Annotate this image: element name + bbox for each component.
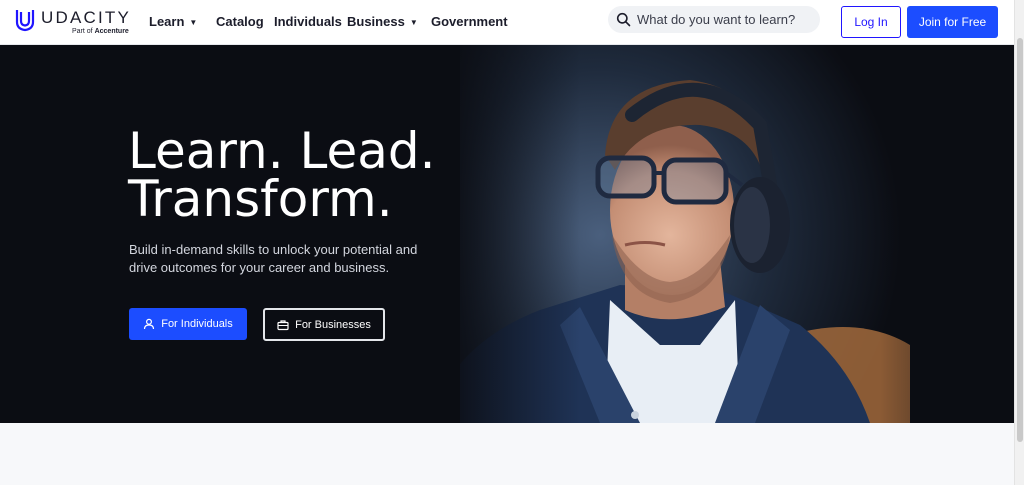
hero-photo-man-with-headphones (0, 45, 1014, 423)
for-businesses-button[interactable]: For Businesses (263, 308, 385, 341)
udacity-logo-icon (15, 10, 35, 32)
chevron-down-icon: ▼ (409, 18, 418, 27)
nav-business[interactable]: Business ▼ (347, 14, 418, 29)
briefcase-icon (277, 319, 289, 330)
scrollbar-thumb[interactable] (1017, 38, 1023, 442)
search-icon[interactable] (616, 12, 631, 27)
log-in-button[interactable]: Log In (841, 6, 901, 38)
page-scrollbar[interactable] (1014, 0, 1024, 485)
nav-government[interactable]: Government (431, 14, 508, 29)
nav-catalog[interactable]: Catalog (216, 14, 264, 29)
content-area (0, 423, 1014, 485)
top-navbar: UDACITY Part of Accenture Learn ▼ Catalog… (0, 0, 1014, 45)
nav-learn[interactable]: Learn ▼ (149, 14, 197, 29)
user-icon (144, 318, 155, 330)
brand-subtitle: Part of Accenture (72, 28, 129, 35)
udacity-logo[interactable]: UDACITY Part of Accenture (14, 7, 132, 39)
for-individuals-button[interactable]: For Individuals (129, 308, 247, 340)
join-for-free-button[interactable]: Join for Free (907, 6, 998, 38)
chevron-down-icon: ▼ (189, 18, 198, 27)
hero-section: Learn. Lead. Transform. Build in-demand … (0, 45, 1014, 423)
hero-headline: Learn. Lead. Transform. (128, 122, 436, 228)
search-bar[interactable] (608, 6, 820, 33)
hero-description: Build in-demand skills to unlock your po… (129, 242, 418, 275)
search-input[interactable] (637, 6, 812, 33)
nav-individuals[interactable]: Individuals (274, 14, 342, 29)
brand-name: UDACITY (41, 8, 132, 27)
